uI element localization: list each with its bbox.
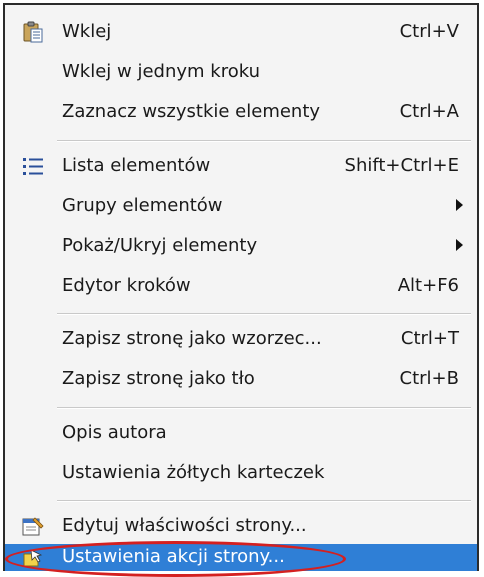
- menu-item-element-list[interactable]: Lista elementów Shift+Ctrl+E: [5, 148, 477, 184]
- menu-item-label: Edytuj właściwości strony...: [62, 515, 307, 536]
- list-icon: [21, 154, 45, 178]
- menu-item-save-as-template[interactable]: Zapisz stronę jako wzorzec... Ctrl+T: [5, 321, 477, 357]
- menu-item-label: Opis autora: [62, 422, 167, 443]
- menu-item-paste[interactable]: Wklej Ctrl+V: [5, 14, 477, 50]
- menu-item-label: Wklej w jednym kroku: [62, 61, 260, 82]
- paste-icon: [21, 20, 45, 44]
- menu-item-paste-one-step[interactable]: Wklej w jednym kroku: [5, 54, 477, 90]
- menu-item-label: Ustawienia akcji strony...: [62, 546, 285, 567]
- menu-item-shortcut: Ctrl+A: [399, 101, 459, 122]
- menu-item-shortcut: Ctrl+T: [400, 328, 459, 349]
- context-menu: Wklej Ctrl+V Wklej w jednym kroku Zaznac…: [3, 3, 479, 571]
- menu-item-shortcut: Shift+Ctrl+E: [344, 155, 459, 176]
- menu-item-label: Grupy elementów: [62, 195, 223, 216]
- menu-item-shortcut: Alt+F6: [397, 275, 459, 296]
- menu-item-label: Ustawienia żółtych karteczek: [62, 462, 325, 483]
- menu-item-label: Zaznacz wszystkie elementy: [62, 101, 321, 122]
- menu-item-select-all[interactable]: Zaznacz wszystkie elementy Ctrl+A: [5, 94, 477, 130]
- menu-item-step-editor[interactable]: Edytor kroków Alt+F6: [5, 268, 477, 304]
- menu-item-label: Edytor kroków: [62, 275, 191, 296]
- menu-separator: [57, 140, 471, 142]
- menu-item-page-action-settings[interactable]: Ustawienia akcji strony...: [5, 544, 477, 571]
- menu-item-label: Zapisz stronę jako tło: [62, 368, 255, 389]
- page-properties-icon: [21, 514, 45, 538]
- page-actions-icon: [21, 546, 45, 570]
- menu-item-label: Pokaż/Ukryj elementy: [62, 235, 258, 256]
- menu-item-save-as-background[interactable]: Zapisz stronę jako tło Ctrl+B: [5, 361, 477, 397]
- menu-item-show-hide-elements[interactable]: Pokaż/Ukryj elementy: [5, 228, 477, 264]
- menu-item-label: Wklej: [62, 21, 112, 42]
- menu-item-author-description[interactable]: Opis autora: [5, 415, 477, 451]
- menu-item-shortcut: Ctrl+B: [399, 368, 459, 389]
- menu-item-label: Zapisz stronę jako wzorzec...: [62, 328, 322, 349]
- menu-item-element-groups[interactable]: Grupy elementów: [5, 188, 477, 224]
- menu-separator: [57, 407, 471, 409]
- menu-item-sticky-note-settings[interactable]: Ustawienia żółtych karteczek: [5, 455, 477, 491]
- menu-item-edit-page-properties[interactable]: Edytuj właściwości strony...: [5, 508, 477, 544]
- menu-item-shortcut: Ctrl+V: [399, 21, 459, 42]
- submenu-arrow-icon: [456, 239, 463, 251]
- menu-item-label: Lista elementów: [62, 155, 211, 176]
- menu-separator: [57, 500, 471, 502]
- submenu-arrow-icon: [456, 199, 463, 211]
- menu-separator: [57, 313, 471, 315]
